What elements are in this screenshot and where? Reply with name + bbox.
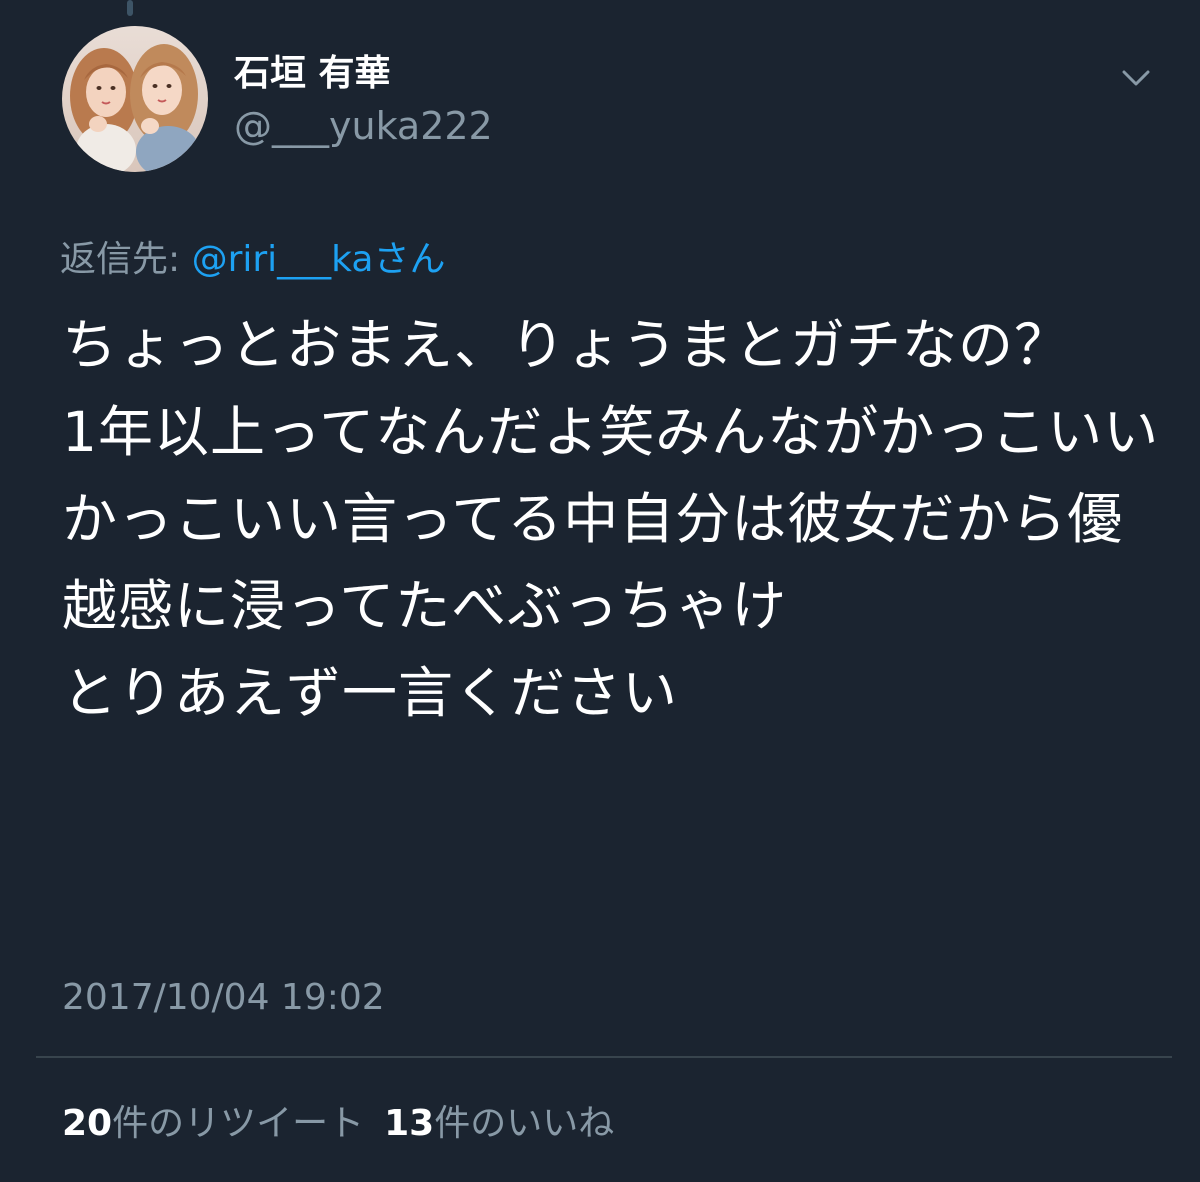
chevron-down-icon[interactable] <box>1114 56 1158 100</box>
tweet-text: ちょっとおまえ、りょうまとガチなの？ 1年以上ってなんだよ笑みんながかっこいいか… <box>62 313 1160 725</box>
tweet-stats: 20件のリツイート 13件のいいね <box>62 1098 614 1150</box>
reply-prefix: 返信先: <box>60 239 192 280</box>
likes-stat[interactable]: 13件のいいね <box>384 1103 614 1144</box>
avatar-photo-icon <box>62 26 208 172</box>
reply-to-line: 返信先: @riri___kaさん <box>60 234 445 286</box>
retweets-label: 件のリツイート <box>112 1103 365 1144</box>
tweet-detail-view: 石垣 有華 @___yuka222 返信先: @riri___kaさん ちょっと… <box>0 0 1200 1182</box>
display-name[interactable]: 石垣 有華 <box>234 48 391 100</box>
user-handle[interactable]: @___yuka222 <box>234 102 493 150</box>
likes-label: 件のいいね <box>434 1103 615 1144</box>
likes-count: 13 <box>384 1103 435 1144</box>
tweet-timestamp[interactable]: 2017/10/04 19:02 <box>62 972 385 1024</box>
reply-mention-link[interactable]: @riri___ka <box>192 239 374 280</box>
retweets-stat[interactable]: 20件のリツイート <box>62 1103 364 1144</box>
divider <box>36 1056 1172 1058</box>
retweets-count: 20 <box>62 1103 113 1144</box>
reply-mention-suffix[interactable]: さん <box>373 239 445 280</box>
thread-connector-line <box>127 0 133 16</box>
avatar[interactable] <box>62 26 208 172</box>
